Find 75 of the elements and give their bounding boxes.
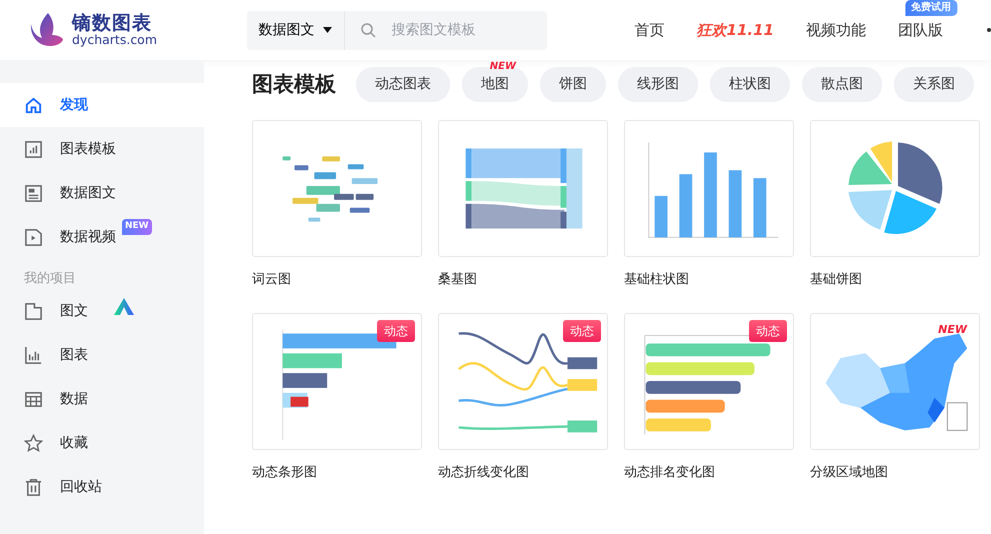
bar <box>753 178 766 238</box>
scope-dropdown[interactable]: 数据图文 <box>246 10 345 50</box>
animated-tag: 动态 <box>377 320 415 342</box>
document-icon <box>24 184 43 202</box>
template-card[interactable]: 动态 <box>438 313 608 450</box>
video-file-icon <box>24 228 43 246</box>
series-label <box>567 357 598 370</box>
animated-tag: 动态 <box>563 320 601 342</box>
filter-chip[interactable]: 柱状图 <box>710 67 790 102</box>
search-icon <box>360 22 376 38</box>
pie-slice <box>898 142 942 204</box>
sidebar-item[interactable]: 回收站 <box>0 465 204 509</box>
caret-icon <box>322 27 332 33</box>
bar <box>679 174 692 238</box>
template-title: 基础柱状图 <box>624 271 690 289</box>
trial-badge: 免费试用 <box>904 0 957 16</box>
flag-icon <box>290 396 308 407</box>
new-badge: NEW <box>122 219 152 234</box>
template-card[interactable]: NEW <box>810 313 980 450</box>
template-title: 分级区域地图 <box>810 464 889 482</box>
logo-domain: dycharts.com <box>72 32 158 46</box>
promo-link[interactable]: 狂欢11.11 <box>696 21 774 39</box>
logo-icon <box>30 12 64 48</box>
section-heading: 我的项目 <box>23 270 77 288</box>
bar <box>728 170 742 238</box>
sidebar-item[interactable]: 数据图文 <box>0 171 204 215</box>
template-card[interactable] <box>624 120 794 257</box>
template-title: 动态条形图 <box>252 464 318 482</box>
logo-text: 镝数图表 <box>72 14 153 33</box>
bar <box>282 373 328 388</box>
nav-link[interactable]: 首页 <box>634 21 665 39</box>
bar <box>646 418 711 432</box>
chart-board-icon <box>24 140 43 158</box>
filter-chip[interactable]: 关系图 <box>894 67 974 102</box>
template-title: 动态折线变化图 <box>438 464 530 482</box>
bar <box>654 196 668 238</box>
template-card[interactable] <box>252 120 422 257</box>
search-bar[interactable]: 数据图文 搜索图文模板 <box>246 10 547 50</box>
folder-icon <box>24 302 43 320</box>
page-title: 图表模板 <box>252 70 336 98</box>
new-label: NEW <box>938 322 967 338</box>
bar <box>282 353 342 368</box>
filter-chip[interactable]: 饼图 <box>540 67 606 102</box>
animated-tag: 动态 <box>749 320 787 342</box>
bar-chart-icon <box>24 346 43 364</box>
template-card[interactable]: 动态 <box>252 313 422 450</box>
template-card[interactable] <box>810 120 980 257</box>
sidebar-item[interactable]: 图文 <box>0 289 204 333</box>
dot-icon <box>987 28 991 32</box>
sidebar-item[interactable]: 收藏 <box>0 421 204 465</box>
pie-slice <box>848 190 892 230</box>
star-icon <box>24 434 43 452</box>
sidebar-item[interactable]: 数据 <box>0 377 204 421</box>
template-title: 动态排名变化图 <box>624 464 716 482</box>
filter-chip[interactable]: 线形图 <box>618 67 698 102</box>
trash-icon <box>24 478 43 496</box>
template-title: 桑基图 <box>438 271 478 289</box>
nav-link[interactable]: 团队版 <box>898 21 943 39</box>
home-icon <box>24 96 43 114</box>
sidebar-item[interactable]: 数据视频 NEW <box>0 215 204 259</box>
sidebar-item[interactable]: 图表 <box>0 333 204 377</box>
template-title: 词云图 <box>252 271 292 289</box>
filter-chip[interactable]: 散点图 <box>802 67 882 102</box>
series-label <box>567 379 598 391</box>
sidebar-item[interactable]: 图表模板 <box>0 127 204 171</box>
triangle-logo-icon <box>113 297 135 317</box>
template-card[interactable]: 动态 <box>624 313 794 450</box>
sidebar-item[interactable]: 发现 <box>0 83 204 127</box>
filter-chip[interactable]: 动态图表 <box>356 67 450 102</box>
series-label <box>567 420 598 432</box>
pie-slice <box>884 190 936 234</box>
table-icon <box>24 390 43 408</box>
template-card[interactable] <box>438 120 608 257</box>
template-title: 基础饼图 <box>810 271 863 289</box>
nav-link[interactable]: 视频功能 <box>806 21 866 39</box>
